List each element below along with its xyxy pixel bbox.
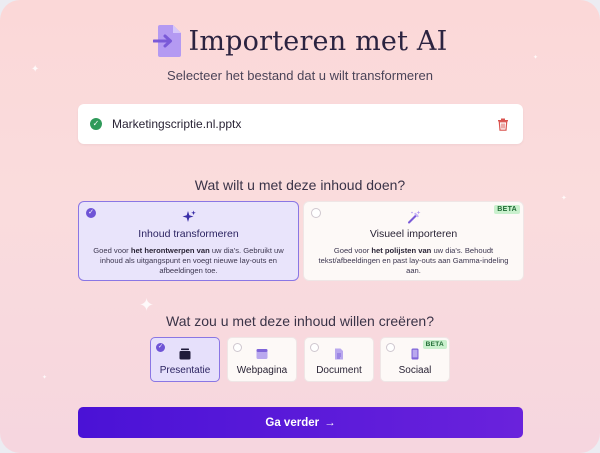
sparkles-icon: [182, 210, 196, 222]
option-transform-content[interactable]: ✓ Inhoud transformeren Goed voor het her…: [78, 201, 299, 281]
radio-checked-icon: ✓: [86, 208, 96, 218]
trash-icon[interactable]: [497, 118, 509, 131]
format-label: Presentatie: [159, 365, 211, 376]
continue-label: Ga verder: [265, 416, 320, 429]
option-title: Inhoud transformeren: [138, 228, 239, 240]
sparkle-decoration: ✦: [42, 375, 48, 381]
arrow-right-icon: →: [324, 416, 336, 429]
sparkle-decoration: ✦: [561, 195, 567, 202]
phone-icon: [411, 348, 419, 360]
header: Importeren met AI: [0, 24, 600, 58]
format-presentation[interactable]: ✓ Presentatie: [150, 337, 220, 382]
format-question: Wat zou u met deze inhoud willen creëren…: [166, 313, 434, 329]
content-question: Wat wilt u met deze inhoud doen?: [194, 177, 406, 193]
format-social[interactable]: BETA Sociaal: [380, 337, 450, 382]
page-title: Importeren met AI: [188, 25, 448, 57]
option-visual-import[interactable]: BETA Visueel importeren Goed voor het po…: [303, 201, 524, 281]
file-name: Marketingscriptie.nl.pptx: [112, 117, 242, 131]
check-circle-icon: ✓: [90, 118, 102, 130]
magic-wand-icon: [407, 210, 420, 224]
browser-window-icon: [256, 349, 268, 359]
radio-checked-icon: ✓: [156, 343, 165, 352]
file-import-icon: [152, 25, 181, 57]
presentation-icon: [179, 348, 191, 360]
beta-badge: BETA: [494, 205, 520, 214]
format-document[interactable]: Document: [304, 337, 374, 382]
option-description: Goed voor het polijsten van uw dia's. Be…: [318, 246, 509, 276]
format-label: Document: [316, 365, 362, 376]
radio-unchecked-icon: [310, 343, 319, 352]
sparkle-decoration: ✦: [139, 295, 155, 315]
beta-badge: BETA: [422, 340, 447, 349]
page-subtitle: Selecteer het bestand dat u wilt transfo…: [167, 68, 433, 83]
format-label: Webpagina: [236, 365, 288, 376]
radio-unchecked-icon: [386, 343, 395, 352]
document-icon: [335, 348, 343, 360]
selected-file-card: ✓ Marketingscriptie.nl.pptx: [78, 104, 523, 144]
format-label: Sociaal: [398, 365, 432, 376]
import-dialog: ✦ ✦ ✦ ✦ ✦ Importeren met AI Selecteer he…: [0, 0, 600, 453]
radio-unchecked-icon: [311, 208, 321, 218]
option-description: Goed voor het herontwerpen van uw dia's.…: [93, 246, 284, 276]
continue-button[interactable]: Ga verder →: [78, 407, 523, 438]
radio-unchecked-icon: [233, 343, 242, 352]
format-webpage[interactable]: Webpagina: [227, 337, 297, 382]
option-title: Visueel importeren: [369, 228, 458, 240]
